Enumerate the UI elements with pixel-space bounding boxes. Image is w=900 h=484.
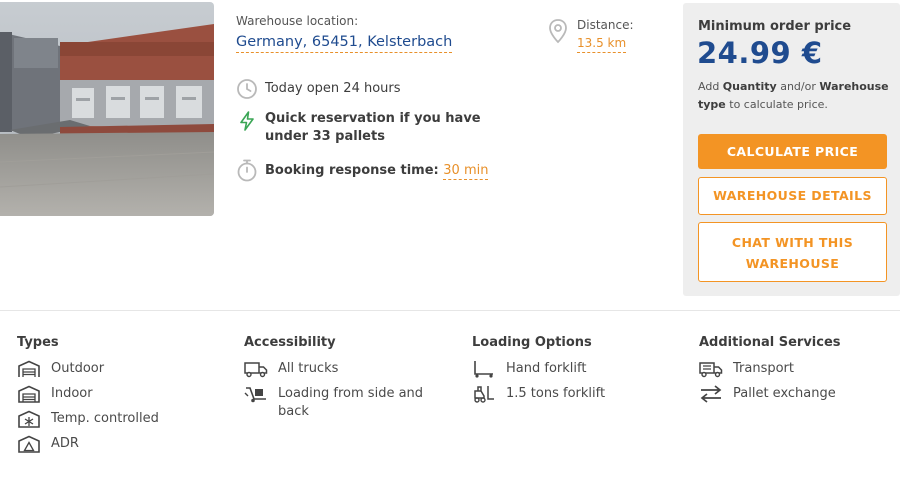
- hazard-warehouse-icon: [17, 435, 41, 453]
- feature-open-hours: Today open 24 hours: [236, 78, 401, 100]
- location-block: Warehouse location: Germany, 65451, Kels…: [236, 14, 536, 53]
- accessibility-title: Accessibility: [244, 335, 336, 350]
- calculate-price-button[interactable]: CALCULATE PRICE: [698, 134, 887, 169]
- feature-quick-reservation: Quick reservation if you have under 33 p…: [236, 110, 526, 146]
- additional-services-section: Additional Services Transport Pallet exc…: [699, 335, 899, 410]
- type-item-outdoor: Outdoor: [17, 360, 227, 378]
- indoor-warehouse-icon: [17, 385, 41, 403]
- types-section: Types Outdoor Indoor Temp. controlled AD…: [17, 335, 227, 460]
- minimum-price-label: Minimum order price: [698, 19, 852, 34]
- location-value[interactable]: Germany, 65451, Kelsterbach: [236, 34, 453, 53]
- type-item-indoor: Indoor: [17, 385, 227, 403]
- location-label: Warehouse location:: [236, 14, 359, 28]
- loading-options-section: Loading Options Hand forklift 1.5 tons f…: [472, 335, 672, 410]
- transport-truck-icon: [699, 360, 723, 378]
- quick-reservation-text: Quick reservation if you have under 33 p…: [265, 111, 481, 144]
- additional-services-title: Additional Services: [699, 335, 841, 350]
- type-item-temp-controlled: Temp. controlled: [17, 410, 227, 428]
- access-label: Loading from side and back: [278, 386, 424, 419]
- warehouse-details-button[interactable]: WAREHOUSE DETAILS: [698, 177, 887, 215]
- hint-quantity: Quantity: [722, 80, 777, 93]
- type-label: Outdoor: [51, 361, 105, 376]
- type-label: ADR: [51, 436, 79, 451]
- distance-block: Distance: 13.5 km: [548, 18, 634, 53]
- access-label: All trucks: [278, 361, 339, 376]
- type-label: Temp. controlled: [51, 411, 159, 426]
- access-item-all-trucks: All trucks: [244, 360, 444, 378]
- map-pin-icon: [548, 18, 568, 44]
- lightning-icon: [236, 110, 258, 132]
- hint-andor: and/or: [780, 80, 816, 93]
- response-time-label: Booking response time:: [265, 163, 439, 178]
- access-item-side-back: Loading from side and back: [244, 385, 444, 421]
- hand-forklift-icon: [472, 360, 496, 378]
- type-item-adr: ADR: [17, 435, 227, 453]
- truck-icon: [244, 360, 268, 378]
- service-item-pallet-exchange: Pallet exchange: [699, 385, 899, 403]
- snowflake-warehouse-icon: [17, 410, 41, 428]
- loading-item-forklift: 1.5 tons forklift: [472, 385, 672, 403]
- price-hint: Add Quantity and/or Warehouse type to ca…: [698, 78, 893, 114]
- loading-item-hand-forklift: Hand forklift: [472, 360, 672, 378]
- chat-warehouse-button[interactable]: CHAT WITH THIS WAREHOUSE: [698, 222, 887, 282]
- type-label: Indoor: [51, 386, 93, 401]
- forklift-icon: [472, 385, 496, 403]
- feature-response-time: Booking response time: 30 min: [236, 158, 489, 182]
- stopwatch-icon: [236, 158, 258, 182]
- distance-label: Distance:: [577, 18, 634, 32]
- hint-rest: to calculate price.: [729, 98, 828, 111]
- loading-options-title: Loading Options: [472, 335, 592, 350]
- clock-icon: [236, 78, 258, 100]
- chat-button-line1: CHAT WITH THIS: [731, 235, 854, 250]
- response-time-value[interactable]: 30 min: [443, 163, 489, 180]
- service-item-transport: Transport: [699, 360, 899, 378]
- open-hours-text: Today open 24 hours: [265, 81, 401, 96]
- types-title: Types: [17, 335, 59, 350]
- hint-add: Add: [698, 80, 720, 93]
- warehouse-photo[interactable]: [0, 2, 214, 216]
- section-divider: [0, 310, 900, 311]
- exchange-arrows-icon: [699, 385, 723, 403]
- service-label: Pallet exchange: [733, 386, 836, 401]
- accessibility-section: Accessibility All trucks Loading from si…: [244, 335, 444, 428]
- chat-button-line2: WAREHOUSE: [745, 256, 840, 271]
- pricing-panel: Minimum order price 24.99 € Add Quantity…: [683, 3, 900, 296]
- distance-value[interactable]: 13.5 km: [577, 36, 627, 53]
- loading-label: Hand forklift: [506, 361, 587, 376]
- service-label: Transport: [733, 361, 795, 376]
- loading-label: 1.5 tons forklift: [506, 386, 606, 401]
- loading-dolly-icon: [244, 385, 268, 403]
- minimum-price-value: 24.99 €: [697, 36, 823, 70]
- outdoor-warehouse-icon: [17, 360, 41, 378]
